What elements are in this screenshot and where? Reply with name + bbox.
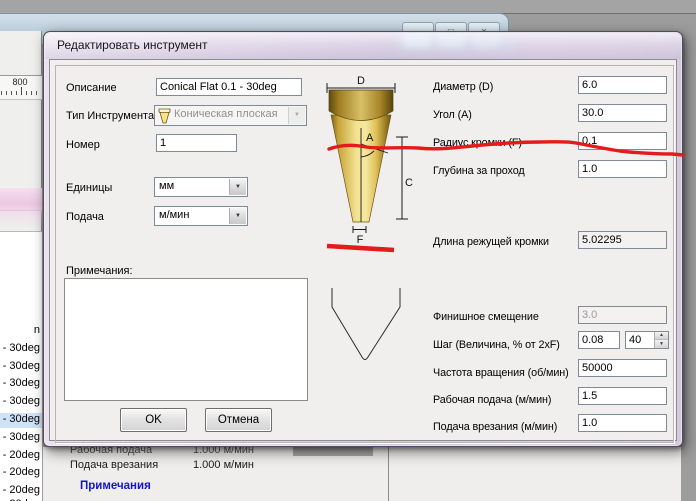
diameter-input[interactable] xyxy=(578,76,667,94)
edge-length-label: Длина режущей кромки xyxy=(433,236,549,248)
edge-radius-input[interactable] xyxy=(578,132,667,150)
step-percent-stepper[interactable]: 40 ▲ ▼ xyxy=(625,331,669,349)
number-input[interactable] xyxy=(156,134,237,152)
work-feed-input[interactable] xyxy=(578,387,667,405)
units-combo[interactable]: мм ▼ xyxy=(154,177,248,197)
ok-button[interactable]: OK xyxy=(120,408,187,432)
angle-label: Угол (A) xyxy=(433,109,472,121)
cancel-button[interactable]: Отмена xyxy=(205,408,272,432)
background-left-panel: 800 n - 30deg - 30deg - 30deg - 30deg - … xyxy=(0,31,42,501)
notes-heading: Примечания xyxy=(80,480,151,492)
list-item[interactable]: n xyxy=(0,324,42,339)
list-item[interactable]: - 20deg xyxy=(0,484,42,499)
rpm-input[interactable] xyxy=(578,359,667,377)
work-feed-label: Рабочая подача (м/мин) xyxy=(433,394,552,406)
ruler: 800 xyxy=(0,75,42,100)
angle-input[interactable] xyxy=(578,104,667,122)
plunge-feed-row-value: 1.000 м/мин xyxy=(193,459,254,471)
diameter-label: Диаметр (D) xyxy=(433,81,494,93)
step-percent-value: 40 xyxy=(629,334,642,346)
list-item-selected[interactable]: - 30deg xyxy=(0,413,42,428)
tool-type-value: Коническая плоская xyxy=(174,108,278,120)
chevron-down-icon[interactable]: ▼ xyxy=(229,179,246,195)
feed-units-combo[interactable]: м/мин ▼ xyxy=(154,206,248,226)
tool-type-label: Тип Инструмента xyxy=(66,110,155,122)
spin-down-icon[interactable]: ▼ xyxy=(655,340,668,348)
list-item[interactable]: - 30deg xyxy=(0,395,42,410)
units-label: Единицы xyxy=(66,182,113,194)
edge-radius-label: Радиус кромки (F) xyxy=(433,137,522,149)
step-label: Шаг (Величина, % от 2xF) xyxy=(433,339,560,351)
background-divider-block xyxy=(293,447,373,456)
pink-band xyxy=(0,188,42,211)
step-input[interactable] xyxy=(578,331,620,349)
conical-tool-icon xyxy=(158,108,171,124)
list-item[interactable]: - 30deg xyxy=(0,377,42,392)
dialog-title: Редактировать инструмент xyxy=(57,38,208,52)
description-label: Описание xyxy=(66,82,117,94)
spin-up-icon[interactable]: ▲ xyxy=(655,332,668,340)
number-label: Номер xyxy=(66,139,100,151)
notes-label: Примечания: xyxy=(66,265,133,277)
finish-offset-label: Финишное смещение xyxy=(433,311,539,323)
chevron-down-icon: ▼ xyxy=(288,107,305,124)
finish-offset-input xyxy=(578,306,667,324)
list-item[interactable]: - 30deg xyxy=(0,431,42,446)
list-item[interactable]: - 20deg xyxy=(0,449,42,464)
plunge-feed-label: Подача врезания (м/мин) xyxy=(433,421,558,433)
plunge-feed-row-label: Подача врезания xyxy=(70,459,159,471)
notes-textarea[interactable] xyxy=(64,278,308,401)
depth-per-pass-input[interactable] xyxy=(578,160,667,178)
list-item[interactable]: - 20deg xyxy=(0,466,42,481)
plunge-feed-input[interactable] xyxy=(578,414,667,432)
units-value: мм xyxy=(159,180,175,192)
list-item[interactable]: - 30deg xyxy=(0,360,42,375)
chevron-down-icon[interactable]: ▼ xyxy=(229,208,246,224)
list-item[interactable]: - 30deg xyxy=(0,342,42,357)
edit-tool-dialog: Редактировать инструмент Описание Тип Ин… xyxy=(43,31,683,447)
background-bottom-panel: Рабочая подача 1.000 м/мин Подача врезан… xyxy=(43,444,681,501)
top-desktop-strip xyxy=(0,0,696,14)
rpm-label: Частота вращения (об/мин) xyxy=(433,367,569,379)
screen: — ▢ ✕ 800 n - 30deg - 30deg - 30deg - 30… xyxy=(0,0,696,501)
vertical-divider xyxy=(388,447,389,501)
depth-per-pass-label: Глубина за проход xyxy=(433,165,525,177)
tool-list: n - 30deg - 30deg - 30deg - 30deg - 30de… xyxy=(0,231,42,501)
description-input[interactable] xyxy=(156,78,302,96)
edge-length-output xyxy=(578,231,667,249)
feed-units-value: м/мин xyxy=(159,209,190,221)
feed-units-label: Подача xyxy=(66,211,104,223)
ruler-label: 800 xyxy=(12,77,28,87)
tool-type-combo: Коническая плоская ▼ xyxy=(154,105,307,126)
